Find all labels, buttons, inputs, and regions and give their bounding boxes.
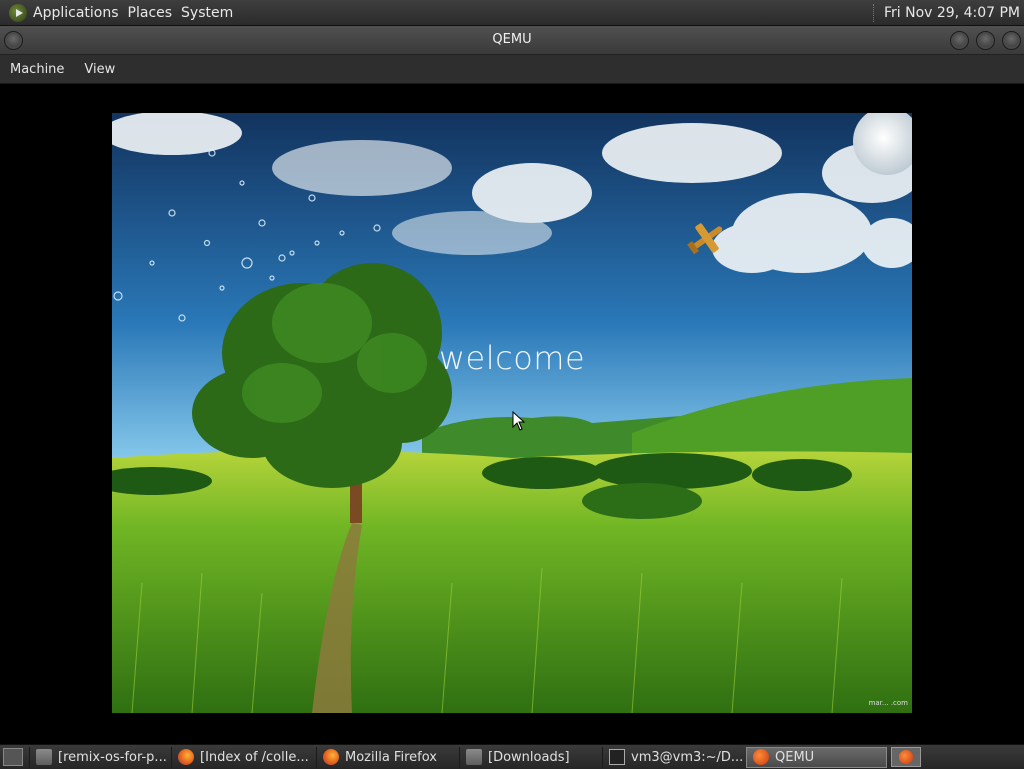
close-button[interactable] xyxy=(1002,31,1021,50)
task-downloads[interactable]: [Downloads] xyxy=(459,746,600,768)
wallpaper-watermark: mar... .com xyxy=(868,699,908,707)
minimize-button[interactable] xyxy=(950,31,969,50)
window-title: QEMU xyxy=(492,32,532,47)
task-qemu[interactable]: QEMU xyxy=(746,746,887,768)
show-desktop-icon[interactable] xyxy=(3,748,23,766)
task-remix-os[interactable]: [remix-os-for-p... xyxy=(29,746,169,768)
panel-separator xyxy=(872,3,876,22)
task-mozilla-firefox[interactable]: Mozilla Firefox xyxy=(316,746,457,768)
task-label: [Index of /colle... xyxy=(200,749,309,765)
maximize-button[interactable] xyxy=(976,31,995,50)
firefox-icon xyxy=(323,749,339,765)
welcome-text: welcome xyxy=(438,339,586,377)
task-label: [Downloads] xyxy=(488,749,570,765)
menu-view[interactable]: View xyxy=(74,62,125,77)
applications-menu[interactable]: Applications xyxy=(33,5,128,21)
mouse-cursor-icon xyxy=(512,411,526,431)
folder-icon xyxy=(466,749,482,765)
terminal-icon xyxy=(609,749,625,765)
folder-icon xyxy=(36,749,52,765)
places-menu[interactable]: Places xyxy=(128,5,182,21)
guest-screen[interactable]: welcome mar... .com xyxy=(112,113,912,713)
task-index-of[interactable]: [Index of /colle... xyxy=(171,746,314,768)
top-panel: Applications Places System Fri Nov 29, 4… xyxy=(0,0,1024,26)
task-label: QEMU xyxy=(775,749,815,765)
qemu-display-area: welcome mar... .com xyxy=(0,84,1024,744)
qemu-menubar: Machine View xyxy=(0,55,1024,84)
task-terminal[interactable]: vm3@vm3:~/D... xyxy=(602,746,744,768)
task-label: Mozilla Firefox xyxy=(345,749,437,765)
panel-clock[interactable]: Fri Nov 29, 4:07 PM xyxy=(884,5,1020,21)
firefox-icon xyxy=(178,749,194,765)
task-label: vm3@vm3:~/D... xyxy=(631,749,744,765)
distro-logo-icon[interactable] xyxy=(9,3,27,22)
task-label: [remix-os-for-p... xyxy=(58,749,167,765)
system-menu[interactable]: System xyxy=(181,5,242,21)
bottom-taskbar: [remix-os-for-p... [Index of /colle... M… xyxy=(0,744,1024,769)
window-titlebar[interactable]: QEMU xyxy=(0,26,1024,55)
qemu-icon xyxy=(753,749,769,765)
menu-machine[interactable]: Machine xyxy=(0,62,74,77)
tray-qemu-icon[interactable] xyxy=(891,747,921,767)
